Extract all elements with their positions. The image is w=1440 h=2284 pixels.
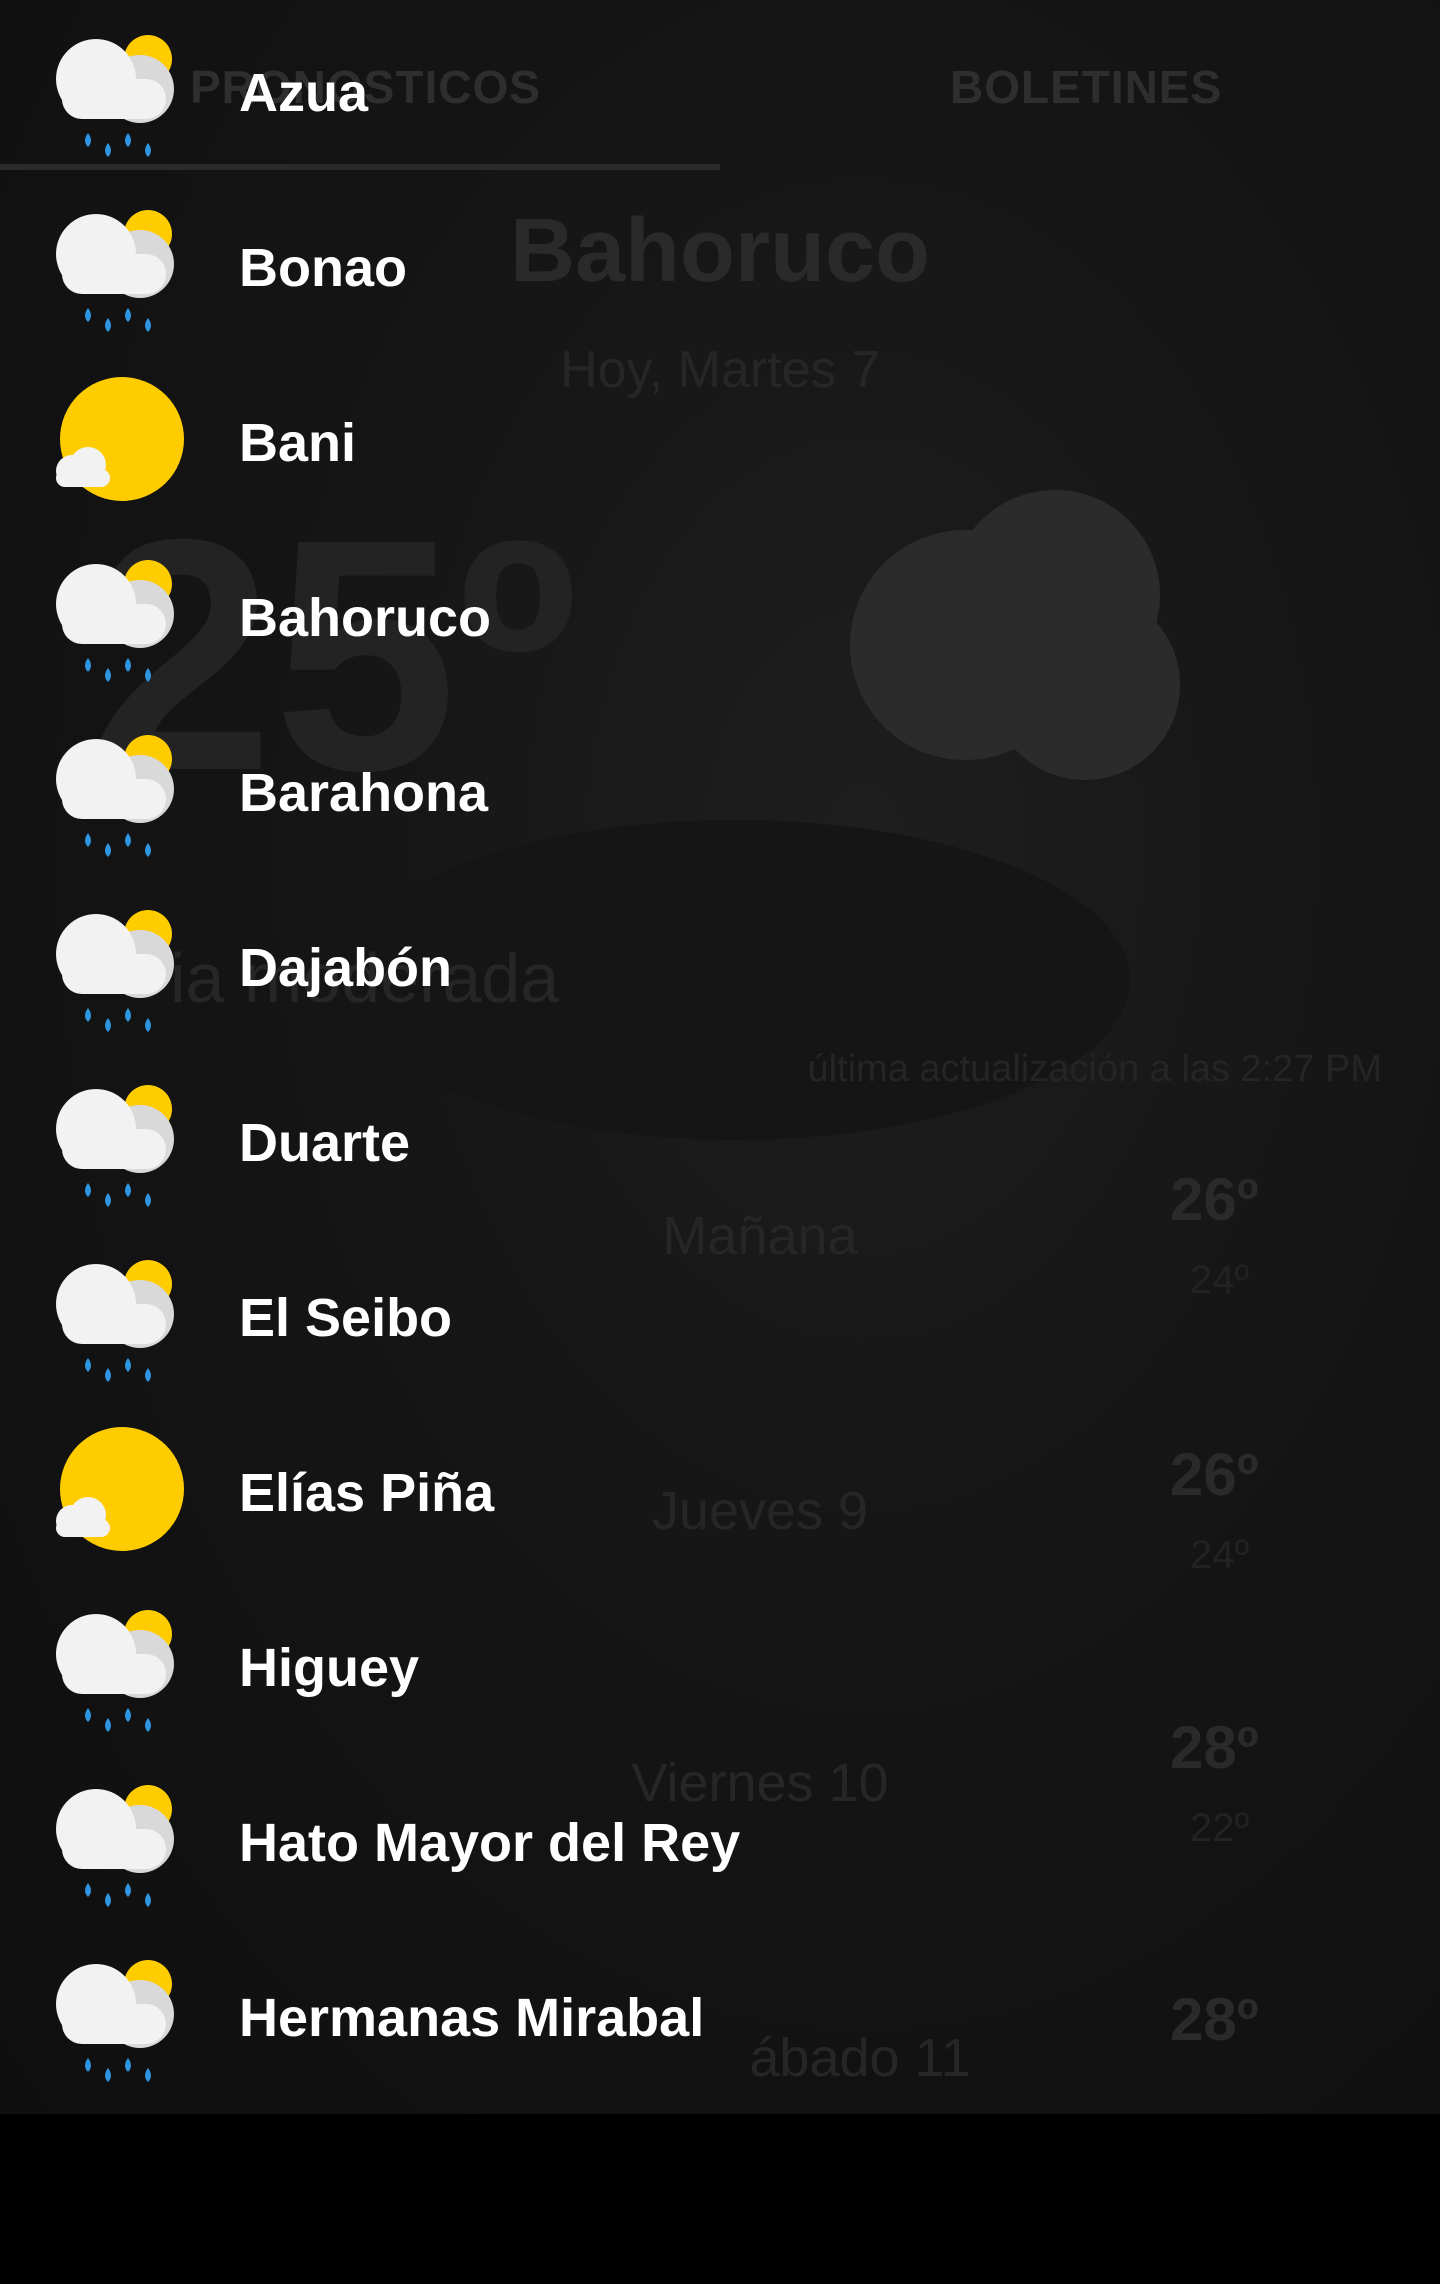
province-name: Bani xyxy=(239,412,357,473)
partly-cloudy-rain-icon xyxy=(50,1073,186,1213)
rain-cloud-icon xyxy=(850,490,1180,790)
province-name: Hermanas Mirabal xyxy=(239,1987,705,2048)
list-item[interactable]: Hato Mayor del Rey xyxy=(0,1755,740,1930)
navigation-bar xyxy=(0,2114,1440,2284)
province-name: Barahona xyxy=(239,762,489,823)
partly-cloudy-rain-icon xyxy=(50,898,186,1038)
partly-cloudy-rain-icon xyxy=(50,1248,186,1388)
last-updated-label: última actualización a las 2:27 PM xyxy=(807,1048,1382,1090)
forecast-high: 26º xyxy=(1170,1441,1259,1508)
sunny-icon xyxy=(50,1423,186,1563)
partly-cloudy-rain-icon xyxy=(50,198,186,338)
forecast-low: 22º xyxy=(1190,1806,1250,1850)
partly-cloudy-rain-icon xyxy=(50,1598,186,1738)
province-name: Elías Piña xyxy=(239,1462,495,1523)
province-name: Hato Mayor del Rey xyxy=(239,1812,741,1873)
forecast-high: 28º xyxy=(1170,1986,1259,2053)
province-list: Azua Bonao Bani Bahoruco Barahona Dajabón Duar… xyxy=(0,0,740,2114)
list-item[interactable]: Dajabón xyxy=(0,880,720,1055)
forecast-high: 28º xyxy=(1170,1714,1259,1781)
forecast-low: 24º xyxy=(1190,1533,1250,1577)
list-item[interactable]: Bani xyxy=(0,355,720,530)
list-item[interactable]: Bonao xyxy=(0,180,720,355)
province-name: El Seibo xyxy=(239,1287,453,1348)
list-item[interactable]: Barahona xyxy=(0,705,720,880)
forecast-high: 26º xyxy=(1170,1166,1259,1233)
tab-boletines[interactable]: BOLETINES xyxy=(950,60,1222,114)
forecast-low: 24º xyxy=(1190,1258,1250,1302)
list-item[interactable]: Elías Piña xyxy=(0,1405,720,1580)
partly-cloudy-rain-icon xyxy=(50,1948,186,2088)
province-name: Higuey xyxy=(239,1637,420,1698)
list-item[interactable]: Bahoruco xyxy=(0,530,720,705)
province-name: Bahoruco xyxy=(239,587,492,648)
sunny-icon xyxy=(50,373,186,513)
list-item[interactable]: El Seibo xyxy=(0,1230,720,1405)
partly-cloudy-rain-icon xyxy=(50,548,186,688)
province-name: Bonao xyxy=(239,237,407,298)
list-item[interactable]: Higuey xyxy=(0,1580,720,1755)
province-name: Dajabón xyxy=(239,937,453,998)
partly-cloudy-rain-icon xyxy=(50,1773,186,1913)
province-name: Duarte xyxy=(239,1112,411,1173)
partly-cloudy-rain-icon xyxy=(50,23,186,163)
list-item[interactable]: Duarte xyxy=(0,1055,720,1230)
partly-cloudy-rain-icon xyxy=(50,723,186,863)
list-item[interactable]: Hermanas Mirabal xyxy=(0,1930,720,2105)
province-name: Azua xyxy=(239,62,369,123)
list-item[interactable]: Azua xyxy=(0,5,720,180)
